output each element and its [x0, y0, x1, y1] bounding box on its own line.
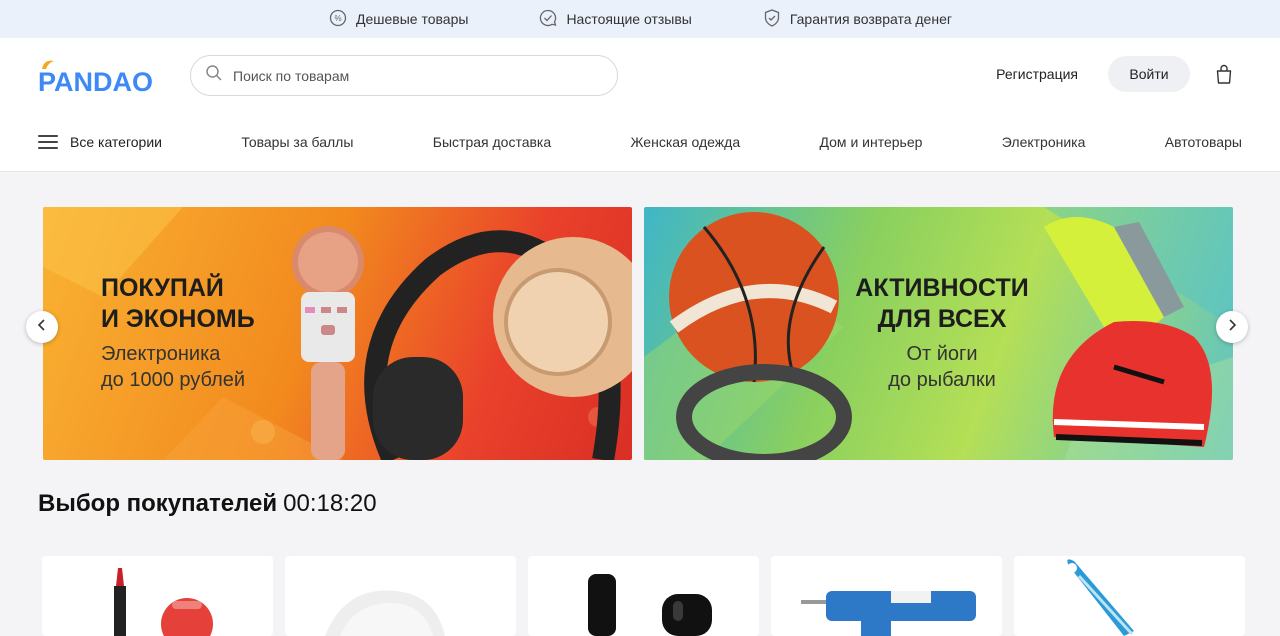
menu-icon[interactable]: [38, 134, 58, 149]
svg-text:%: %: [334, 14, 341, 23]
shield-check-icon: [762, 8, 782, 31]
perk-cheap-label: Дешевые товары: [356, 11, 469, 27]
product-image-white-item: [325, 590, 445, 636]
nav-link-fast-delivery[interactable]: Быстрая доставка: [433, 134, 551, 150]
product-image-glue-gun: [801, 591, 976, 636]
category-nav: Все категории Товары за баллы Быстрая до…: [0, 112, 1280, 172]
product-image-nail-polish-pen: [114, 568, 213, 636]
carousel-next-button[interactable]: [1216, 311, 1248, 343]
nav-link-womens-clothing[interactable]: Женская одежда: [631, 134, 741, 150]
nav-link-electronics[interactable]: Электроника: [1002, 134, 1086, 150]
all-categories-label: Все категории: [70, 133, 162, 150]
banner-sport-title-1: Активности: [855, 274, 1029, 302]
banner-sport-sub-2: до рыбалки: [888, 369, 996, 391]
pandao-logo[interactable]: PANDAO: [38, 55, 162, 97]
perk-reviews: Настоящие отзывы: [538, 8, 692, 31]
chevron-right-icon[interactable]: [1226, 318, 1238, 336]
banner-sport-sub-1: От йоги: [906, 343, 978, 365]
banner-electronics-sub-2: до 1000 рублей: [101, 369, 246, 391]
banner-sport-text: Активности для всех От йоги до рыбалки: [852, 273, 1032, 393]
perk-refund-label: Гарантия возврата денег: [789, 11, 952, 27]
product-card[interactable]: [771, 556, 1002, 636]
product-image-gel-polish: [588, 574, 712, 636]
carousel-prev-button[interactable]: [26, 311, 58, 343]
banner-electronics-title-2: и экономь: [101, 305, 255, 333]
register-link[interactable]: Регистрация: [996, 66, 1078, 82]
product-card[interactable]: [528, 556, 759, 636]
product-card[interactable]: [1014, 556, 1245, 636]
promo-banner-electronics[interactable]: Покупай и экономь Электроника до 1000 ру…: [43, 207, 632, 460]
all-categories-button[interactable]: Все категории: [38, 134, 162, 150]
perk-reviews-label: Настоящие отзывы: [566, 11, 692, 27]
search-icon[interactable]: [205, 64, 223, 87]
search-input[interactable]: [233, 67, 593, 84]
chevron-left-icon[interactable]: [36, 318, 48, 336]
header-actions: Регистрация Войти: [996, 56, 1234, 92]
product-card[interactable]: [285, 556, 516, 636]
site-header: PANDAO Регистрация Войти: [0, 38, 1280, 112]
perk-cheap: % Дешевые товары: [328, 8, 468, 31]
banner-electronics-text: Покупай и экономь Электроника до 1000 ру…: [101, 273, 255, 393]
nav-link-auto[interactable]: Автотовары: [1165, 134, 1242, 150]
login-button[interactable]: Войти: [1108, 56, 1190, 92]
product-image-blue-tool: [1067, 559, 1134, 636]
nav-link-points[interactable]: Товары за баллы: [241, 134, 353, 150]
check-chat-icon: [538, 8, 558, 31]
banner-electronics-title-1: Покупай: [101, 274, 224, 302]
bag-icon[interactable]: [1214, 63, 1234, 85]
nav-link-home[interactable]: Дом и интерьер: [820, 134, 923, 150]
countdown-timer: 00:18:20: [283, 490, 377, 517]
top-perks-bar: % Дешевые товары Настоящие отзывы Гарант…: [0, 0, 1280, 38]
product-card[interactable]: [42, 556, 273, 636]
perk-refund: Гарантия возврата денег: [762, 8, 952, 31]
section-title: Выбор покупателей 00:18:20: [38, 490, 377, 518]
discount-icon: %: [328, 8, 348, 31]
logo-text: PANDAO: [38, 67, 153, 95]
banner-electronics-sub-1: Электроника: [101, 343, 221, 365]
promo-banner-sport[interactable]: Активности для всех От йоги до рыбалки: [644, 207, 1233, 460]
search-box[interactable]: [190, 55, 618, 96]
section-title-text: Выбор покупателей: [38, 490, 278, 517]
promo-carousel: Покупай и экономь Электроника до 1000 ру…: [0, 172, 1280, 462]
banner-sport-title-2: для всех: [877, 305, 1007, 333]
product-cards: [42, 556, 1245, 636]
